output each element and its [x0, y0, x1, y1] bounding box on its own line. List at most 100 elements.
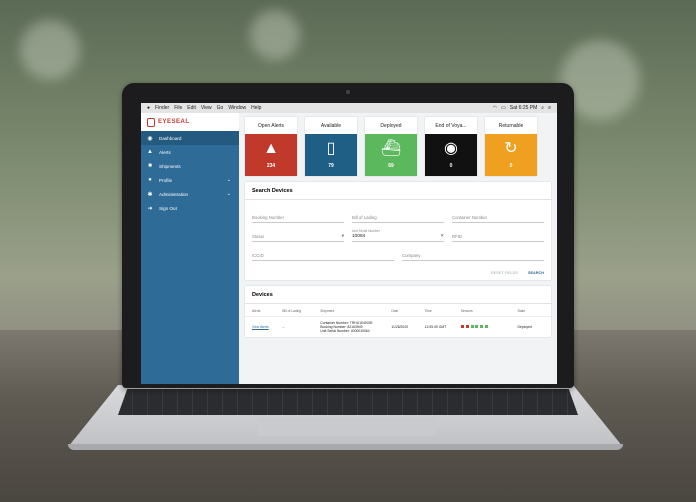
eyeseal-app: EYESEAL ◉ Dashboard ▲ Alerts ■ Shipments… [141, 113, 557, 384]
shipment-cell: Container Number: TRHU1040039 Booking Nu… [320, 321, 391, 333]
sidebar-item-sign-out[interactable]: ➜ Sign Out [141, 201, 239, 215]
laptop-base-edge [68, 444, 623, 450]
card-count: 234 [266, 163, 276, 169]
apple-menu-icon[interactable]: ● [147, 105, 150, 111]
sidebar-item-profile[interactable]: ● Profile ⌄ [141, 173, 239, 187]
time-cell: 12:05:49 GMT [424, 325, 447, 329]
field-label: Unit Serial Number [352, 229, 380, 233]
field-placeholder: Company [402, 253, 421, 258]
panel-title: Devices [245, 286, 551, 304]
table-row[interactable]: View Alerts -- Container Number: TRHU104… [245, 317, 551, 337]
background-bokeh [250, 10, 300, 60]
card-open-alerts[interactable]: Open Alerts ▲ 234 [245, 117, 297, 176]
sidebar-item-administration[interactable]: ✱ Administration ⌄ [141, 187, 239, 201]
card-title: Available [320, 122, 342, 129]
bill-of-lading-field[interactable]: Bill of Lading [352, 209, 444, 223]
menu-window[interactable]: Window [228, 105, 246, 111]
field-placeholder: Container Number [452, 215, 488, 220]
search-icon[interactable]: ⌕ [541, 105, 544, 111]
card-count: 69 [388, 163, 394, 169]
devices-panel: Devices Alerts Bill of Lading Shipment D… [245, 286, 551, 337]
field-placeholder: Booking Number [252, 215, 285, 220]
state-cell: Deployed [517, 325, 532, 329]
sidebar-item-label: Dashboard [159, 135, 182, 141]
column-header: Date [391, 309, 399, 313]
booking-number-field[interactable]: Booking Number [252, 209, 344, 223]
card-end-of-voyage[interactable]: End of Voya... ◉ 0 [425, 117, 477, 176]
sensor-ok-icon [470, 325, 474, 328]
menu-view[interactable]: View [201, 105, 212, 111]
sidebar-item-alerts[interactable]: ▲ Alerts [141, 145, 239, 159]
sidebar-item-label: Sign Out [159, 205, 177, 211]
container-number-field[interactable]: Container Number [452, 209, 544, 223]
company-field[interactable]: Company [402, 247, 544, 261]
return-icon: ↻ [504, 140, 518, 157]
user-icon: ● [148, 177, 152, 183]
ship-icon: ⛴ [380, 140, 402, 157]
clock[interactable]: Sat 6:25 PM [510, 105, 538, 111]
menu-go[interactable]: Go [217, 105, 224, 111]
webcam [346, 90, 350, 94]
sensor-alert-icon [460, 325, 464, 328]
card-available[interactable]: Available ▯ 79 [305, 117, 357, 176]
mac-menubar: ● Finder File Edit View Go Window Help ◠… [141, 103, 557, 113]
panel-title: Search Devices [245, 182, 551, 200]
card-count: 0 [449, 163, 453, 169]
date-cell: 11/26/2020 [391, 325, 409, 329]
menu-list-icon[interactable]: ≡ [548, 105, 551, 111]
rfid-field[interactable]: RFID [452, 228, 544, 242]
card-returnable[interactable]: Returnable ↻ 0 [485, 117, 537, 176]
sidebar-item-shipments[interactable]: ■ Shipments [141, 159, 239, 173]
column-header: Sensors [460, 309, 473, 313]
logout-icon: ➜ [147, 205, 153, 212]
field-value: 10064 [352, 234, 366, 239]
column-header: State [517, 309, 526, 313]
sensor-ok-icon [480, 325, 484, 328]
chevron-down-icon[interactable]: ⌄ [227, 191, 231, 197]
main-content: Open Alerts ▲ 234 Available ▯ 79 Deploye… [239, 113, 557, 384]
laptop-trackpad [258, 418, 436, 436]
card-body: ⛴ 69 [365, 134, 417, 176]
status-select[interactable]: Status ▾ [252, 228, 344, 242]
traffic-light-icon: ◉ [444, 140, 458, 157]
lock-logo-icon [147, 117, 155, 127]
warning-icon: ▲ [263, 140, 279, 157]
field-placeholder: Bill of Lading [352, 215, 377, 220]
device-icon: ▯ [326, 140, 336, 157]
background-bokeh [20, 20, 80, 80]
menu-finder[interactable]: Finder [155, 105, 169, 111]
card-body: ▲ 234 [245, 134, 297, 176]
wifi-icon[interactable]: ◠ [493, 105, 497, 111]
shipment-serial: Unit Serial Number: 4000010064 [320, 329, 370, 333]
view-alerts-link[interactable]: View Alerts [252, 325, 282, 329]
truck-icon: ■ [148, 163, 152, 169]
card-body: ◉ 0 [425, 134, 477, 176]
sidebar-item-label: Profile [159, 177, 173, 183]
sensor-alert-icon [465, 325, 469, 328]
sidebar-item-label: Shipments [159, 163, 181, 169]
unit-serial-number-field[interactable]: Unit Serial Number 10064 ✕ [352, 228, 444, 242]
card-deployed[interactable]: Deployed ⛴ 69 [365, 117, 417, 176]
card-body: ↻ 0 [485, 134, 537, 176]
reset-fields-button[interactable]: RESET FIELDS [491, 271, 518, 275]
card-title: End of Voya... [435, 122, 467, 129]
menu-file[interactable]: File [174, 105, 182, 111]
card-body: ▯ 79 [305, 134, 357, 176]
clear-icon[interactable]: ✕ [440, 233, 444, 239]
bol-cell: -- [282, 325, 285, 329]
column-header: Shipment [320, 309, 335, 313]
dropdown-arrow-icon[interactable]: ▾ [342, 233, 344, 239]
iccid-field[interactable]: ICCID [252, 247, 394, 261]
table-header: Alerts Bill of Lading Shipment Date Time… [245, 304, 551, 317]
laptop-lid: ● Finder File Edit View Go Window Help ◠… [122, 83, 574, 388]
sidebar-item-dashboard[interactable]: ◉ Dashboard [141, 131, 239, 145]
field-placeholder: ICCID [252, 253, 264, 258]
card-count: 79 [328, 163, 334, 169]
battery-icon[interactable]: ▭ [501, 105, 506, 111]
brand-name: EYESEAL [158, 119, 190, 125]
card-title: Open Alerts [257, 122, 285, 129]
menu-edit[interactable]: Edit [187, 105, 196, 111]
search-button[interactable]: SEARCH [528, 271, 544, 275]
chevron-down-icon[interactable]: ⌄ [227, 177, 231, 183]
menu-help[interactable]: Help [251, 105, 261, 111]
